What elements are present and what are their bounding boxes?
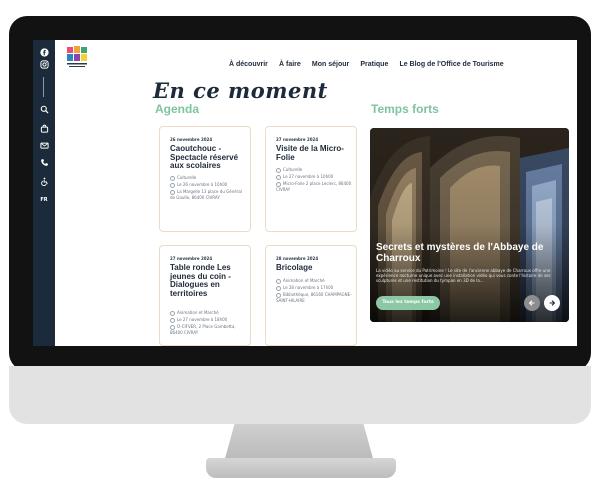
event-category: Culturelle bbox=[276, 167, 354, 173]
event-time: Le 26 novembre à 10h00 bbox=[170, 182, 248, 188]
agenda-card[interactable]: 28 novembre 2024 Bricolage Animation et … bbox=[265, 245, 357, 346]
temps-forts-section-title: Temps forts bbox=[371, 102, 439, 116]
event-title[interactable]: Visite de la Micro-Folie bbox=[276, 144, 354, 162]
monitor-screen: FR À découvrir À faire Mon séjour Pratiq… bbox=[33, 40, 577, 346]
event-location: Bibliothèque, 86160 CHAMPAGNE-SAINT-HILA… bbox=[276, 292, 352, 303]
agenda-card[interactable]: 26 novembre 2024 Caoutchouc - Spectacle … bbox=[159, 126, 251, 232]
shopping-bag-icon[interactable] bbox=[37, 124, 51, 136]
arrow-right-icon[interactable] bbox=[544, 295, 560, 311]
monitor-chin bbox=[9, 366, 591, 424]
event-time: Le 28 novembre à 17h00 bbox=[276, 285, 354, 291]
event-date: 27 novembre 2024 bbox=[276, 137, 319, 142]
nav-item-mon-sejour[interactable]: Mon séjour bbox=[312, 61, 349, 68]
monitor-stand-base bbox=[206, 458, 396, 478]
event-title[interactable]: Table ronde Les jeunes du coin - Dialogu… bbox=[170, 263, 248, 298]
abbey-photo bbox=[370, 128, 569, 322]
site-logo[interactable] bbox=[65, 44, 89, 69]
social-sidebar: FR bbox=[33, 40, 55, 346]
page-title: En ce moment bbox=[153, 78, 328, 103]
main-navigation: À découvrir À faire Mon séjour Pratique … bbox=[229, 51, 510, 68]
event-time: Le 27 novembre à 10h00 bbox=[276, 174, 354, 180]
language-switch[interactable]: FR bbox=[37, 195, 51, 205]
event-category: Culturelle bbox=[170, 175, 248, 181]
all-temps-forts-button[interactable]: Tous les temps forts bbox=[376, 296, 440, 310]
nav-item-a-faire[interactable]: À faire bbox=[279, 61, 301, 68]
nav-item-blog[interactable]: Le Blog de l'Office de Tourisme bbox=[399, 61, 503, 68]
search-icon[interactable] bbox=[37, 105, 51, 117]
nav-item-pratique[interactable]: Pratique bbox=[360, 61, 388, 68]
event-category: Animation et Marché bbox=[170, 310, 248, 316]
event-time: Le 27 novembre à 18h00 bbox=[170, 317, 248, 323]
mail-icon[interactable] bbox=[37, 141, 51, 153]
accessibility-icon[interactable] bbox=[37, 177, 51, 189]
agenda-card[interactable]: 27 novembre 2024 Table ronde Les jeunes … bbox=[159, 245, 251, 346]
facebook-icon[interactable] bbox=[37, 48, 51, 60]
event-date: 26 novembre 2024 bbox=[170, 137, 213, 142]
event-title[interactable]: Caoutchouc - Spectacle réservé aux scola… bbox=[170, 144, 248, 171]
instagram-icon[interactable] bbox=[37, 60, 51, 72]
event-location: O-CIFVER, 2 Place Gambetta, 86400 CIVRAY bbox=[170, 324, 236, 335]
event-date: 28 novembre 2024 bbox=[276, 256, 319, 261]
event-location: Micro-Folie 2 place Leclerc, 86400 CIVRA… bbox=[276, 181, 352, 192]
event-title[interactable]: Bricolage bbox=[276, 263, 354, 273]
temps-forts-feature[interactable]: Secrets et mystères de l'Abbaye de Charr… bbox=[370, 128, 569, 322]
event-category: Animation et Marché bbox=[276, 278, 354, 284]
agenda-section-title: Agenda bbox=[155, 102, 200, 116]
monitor-stand-neck bbox=[224, 424, 374, 462]
event-location: La Margelle 13 place du Général de Gaull… bbox=[170, 189, 242, 200]
feature-description: La vidéo au service du Patrimoine ! Le s… bbox=[376, 268, 551, 283]
arrow-left-icon[interactable] bbox=[524, 295, 540, 311]
nav-item-decouvrir[interactable]: À découvrir bbox=[229, 61, 268, 68]
event-date: 27 novembre 2024 bbox=[170, 256, 213, 261]
sidebar-divider bbox=[43, 77, 44, 97]
phone-icon[interactable] bbox=[37, 158, 51, 170]
agenda-card[interactable]: 27 novembre 2024 Visite de la Micro-Foli… bbox=[265, 126, 357, 232]
feature-title[interactable]: Secrets et mystères de l'Abbaye de Charr… bbox=[376, 242, 566, 264]
